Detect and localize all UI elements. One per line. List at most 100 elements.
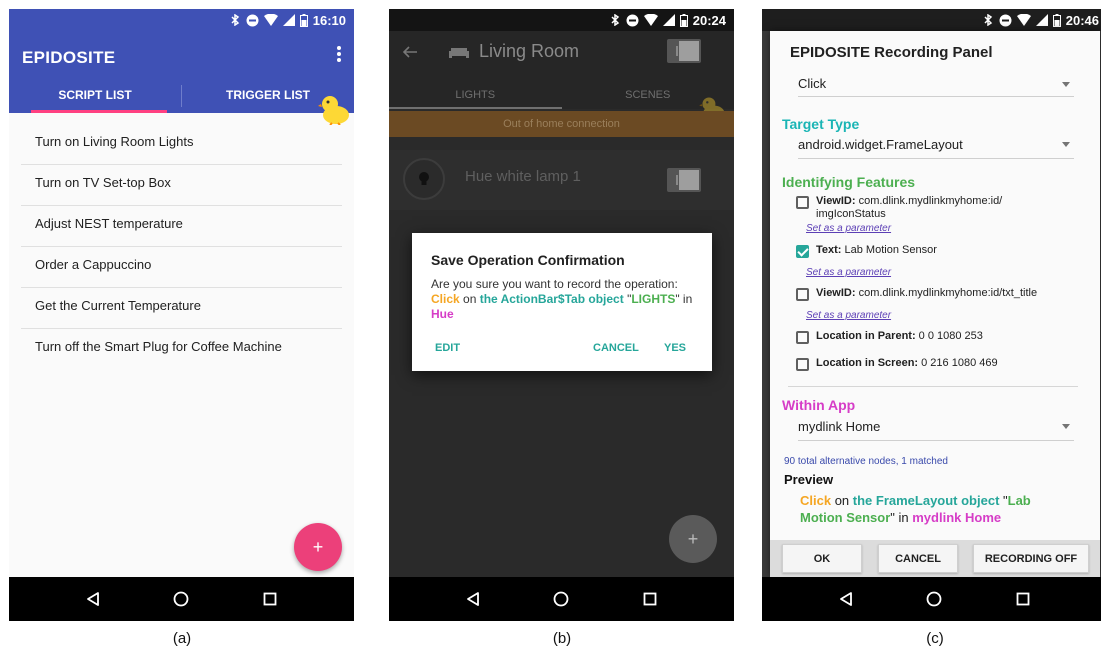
signal-icon — [662, 14, 675, 26]
list-item[interactable]: Turn off the Smart Plug for Coffee Machi… — [21, 329, 342, 370]
status-bar: 20:24 — [389, 9, 734, 31]
target-type-dropdown[interactable]: android.widget.FrameLayout — [798, 133, 1074, 159]
phone-screen-c: 20:46 EPIDOSITE Recording Panel Click Ta… — [762, 9, 1101, 621]
set-parameter-link[interactable]: Set as a parameter — [806, 223, 891, 234]
cancel-button[interactable]: CANCEL — [593, 342, 639, 354]
dialog-text: on — [459, 292, 480, 306]
phone-screen-b: 20:24 Living Room LIGHTS SCENES Out of h… — [389, 9, 734, 621]
preview-label: Preview — [784, 472, 834, 487]
feature-row: ViewID: com.dlink.mydlinkmyhome:id/txt_t… — [796, 287, 1037, 301]
nav-bar — [9, 577, 354, 621]
feature-key: ViewID: — [816, 195, 856, 207]
set-parameter-link[interactable]: Set as a parameter — [806, 267, 891, 278]
yes-button[interactable]: YES — [664, 342, 686, 354]
room-title: Living Room — [479, 41, 580, 61]
preview-text-part: " in — [890, 510, 913, 525]
recording-off-button[interactable]: RECORDING OFF — [973, 544, 1089, 573]
add-script-button[interactable]: + — [294, 523, 342, 571]
nav-bar — [389, 577, 734, 621]
recents-nav-icon[interactable] — [642, 591, 658, 607]
dialog-label: LIGHTS — [631, 292, 676, 306]
home-nav-icon[interactable] — [173, 591, 189, 607]
back-nav-icon[interactable] — [465, 591, 481, 607]
within-app-dropdown[interactable]: mydlink Home — [798, 415, 1074, 441]
target-type-value: android.widget.FrameLayout — [798, 137, 963, 152]
battery-icon — [1052, 13, 1061, 27]
identifying-features-label: Identifying Features — [782, 174, 916, 190]
feature-key: Location in Screen: — [816, 357, 919, 369]
back-nav-icon[interactable] — [838, 591, 854, 607]
status-time: 20:24 — [692, 12, 726, 28]
lamp-row[interactable]: Hue white lamp 1 — [389, 150, 734, 210]
feature-key: Location in Parent: — [816, 330, 916, 342]
chevron-down-icon — [1062, 142, 1070, 147]
dialog-target: the ActionBar$Tab object — [479, 292, 624, 306]
within-app-label: Within App — [782, 397, 856, 413]
dialog-action: Click — [431, 292, 460, 306]
overflow-menu-icon[interactable] — [336, 45, 342, 63]
feature-checkbox[interactable] — [796, 358, 809, 371]
feature-value: 0 216 1080 469 — [918, 357, 998, 369]
back-nav-icon[interactable] — [85, 591, 101, 607]
feature-value: com.dlink.mydlinkmyhome:id/ — [855, 195, 1003, 207]
preview-target: the FrameLayout object — [852, 493, 1000, 508]
do-not-disturb-icon — [246, 14, 259, 26]
back-arrow-icon[interactable] — [402, 45, 418, 59]
feature-row: Text: Lab Motion Sensor — [796, 244, 937, 258]
dialog-text: " in — [675, 292, 693, 306]
feature-text: Location in Screen: 0 216 1080 469 — [816, 357, 998, 369]
target-type-label: Target Type — [782, 116, 860, 132]
caption-c: (c) — [926, 630, 944, 647]
list-item[interactable]: Adjust NEST temperature — [21, 206, 342, 247]
battery-icon — [299, 13, 308, 27]
status-time: 16:10 — [312, 12, 346, 28]
feature-row: Location in Parent: 0 0 1080 253 — [796, 330, 983, 344]
tab-bar: LIGHTS SCENES — [389, 81, 734, 109]
lamp-toggle[interactable] — [667, 168, 701, 192]
feature-checkbox[interactable] — [796, 288, 809, 301]
list-item[interactable]: Get the Current Temperature — [21, 288, 342, 329]
ok-button[interactable]: OK — [782, 544, 862, 573]
action-dropdown[interactable]: Click — [798, 73, 1074, 97]
feature-value-cont: imgIconStatus — [816, 208, 886, 220]
lamp-circle — [403, 158, 445, 200]
recording-panel: EPIDOSITE Recording Panel Click Target T… — [770, 31, 1100, 577]
recents-nav-icon[interactable] — [262, 591, 278, 607]
tab-bar: SCRIPT LIST TRIGGER LIST — [9, 79, 354, 113]
caption-b: (b) — [552, 630, 572, 647]
home-nav-icon[interactable] — [926, 591, 942, 607]
cancel-button[interactable]: CANCEL — [878, 544, 958, 573]
add-label: + — [312, 536, 324, 557]
room-toggle[interactable] — [667, 39, 701, 63]
wifi-icon — [643, 14, 658, 26]
status-time: 20:46 — [1065, 12, 1099, 28]
feature-text: Text: Lab Motion Sensor — [816, 244, 937, 256]
set-parameter-link[interactable]: Set as a parameter — [806, 310, 891, 321]
list-item[interactable]: Order a Cappuccino — [21, 247, 342, 288]
signal-icon — [282, 14, 295, 26]
edit-button[interactable]: EDIT — [435, 342, 460, 354]
preview-text: Click on the FrameLayout object "Lab Mot… — [800, 492, 1070, 526]
phone-screen-a: 16:10 EPIDOSITE SCRIPT LIST TRIGGER LIST… — [9, 9, 354, 621]
app-bar: EPIDOSITE SCRIPT LIST TRIGGER LIST — [9, 31, 354, 113]
tab-lights[interactable]: LIGHTS — [389, 81, 562, 109]
signal-icon — [1035, 14, 1048, 26]
feature-checkbox[interactable] — [796, 245, 809, 258]
sofa-icon — [449, 48, 469, 58]
dialog-message: Are you sure you want to record the oper… — [431, 277, 701, 322]
nav-bar — [762, 577, 1101, 621]
tab-script-list[interactable]: SCRIPT LIST — [9, 79, 181, 113]
app-title: EPIDOSITE — [22, 48, 116, 67]
feature-checkbox[interactable] — [796, 196, 809, 209]
list-item[interactable]: Turn on Living Room Lights — [21, 124, 342, 165]
list-item[interactable]: Turn on TV Set-top Box — [21, 165, 342, 206]
home-nav-icon[interactable] — [553, 591, 569, 607]
save-confirmation-dialog: Save Operation Confirmation Are you sure… — [412, 233, 712, 371]
within-app-value: mydlink Home — [798, 419, 881, 434]
status-bar: 20:46 — [762, 9, 1101, 31]
add-button[interactable]: + — [669, 515, 717, 563]
recents-nav-icon[interactable] — [1015, 591, 1031, 607]
feature-checkbox[interactable] — [796, 331, 809, 344]
feature-value: Lab Motion Sensor — [841, 244, 937, 256]
lamp-name: Hue white lamp 1 — [465, 168, 581, 185]
